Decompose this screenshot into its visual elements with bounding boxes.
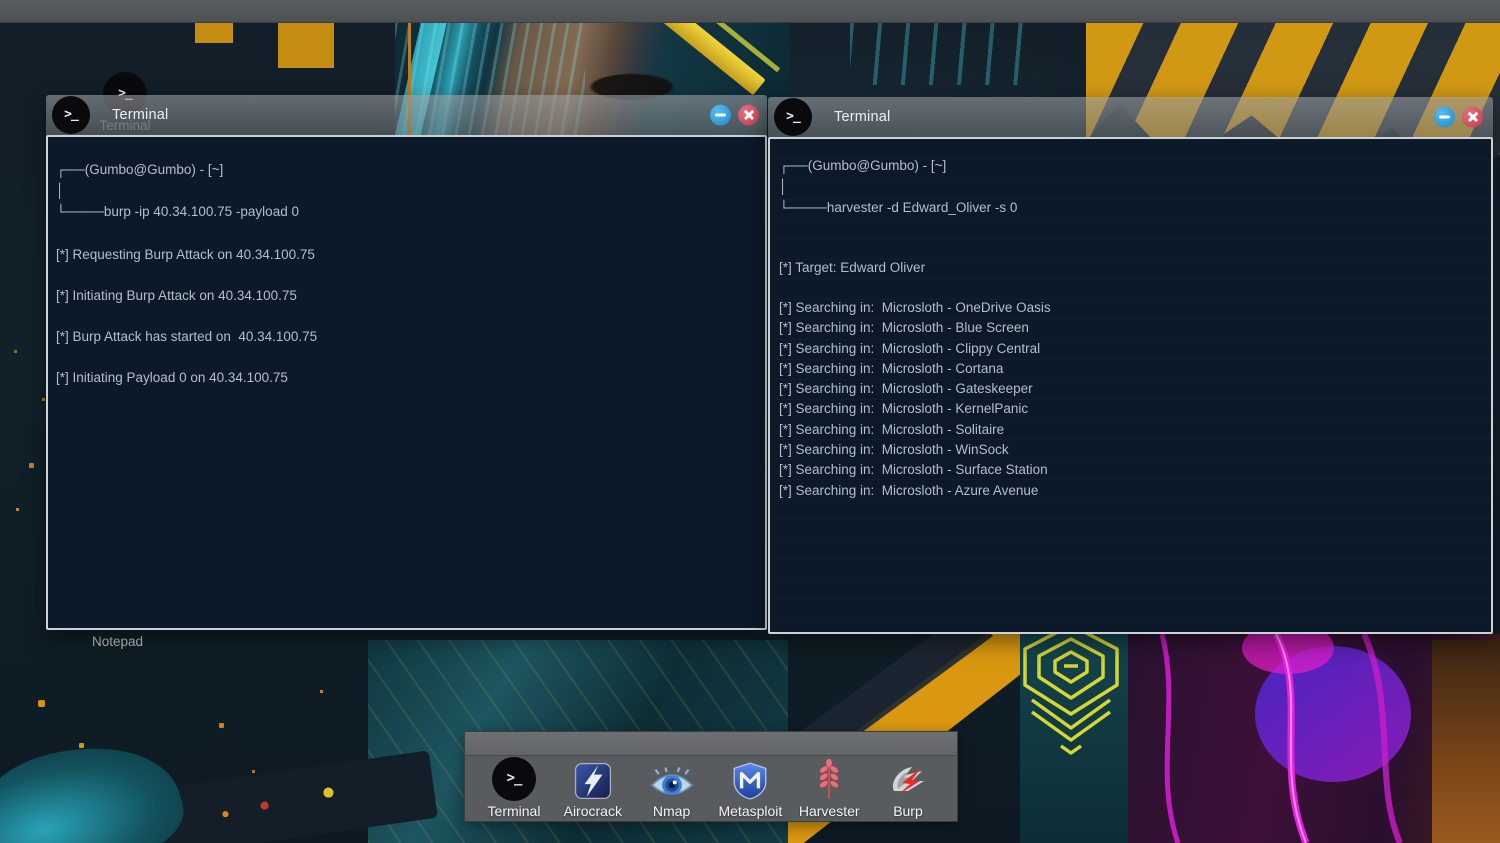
dock-item-label: Metasploit [718, 803, 782, 819]
log-line: [*] Burp Attack has started on 40.34.100… [56, 328, 755, 345]
dock-top-band [465, 732, 957, 756]
minimize-button[interactable] [710, 105, 731, 126]
top-panel [0, 0, 1500, 23]
search-line: [*] Searching in: Microsloth - Azure Ave… [779, 481, 1481, 501]
dock: >_ Terminal Airocrack [464, 731, 958, 822]
search-line: [*] Searching in: Microsloth - Gateskeep… [779, 379, 1481, 399]
terminal-icon: >_ [52, 96, 90, 134]
dock-item-harvester[interactable]: Harvester [790, 758, 868, 819]
search-line: [*] Searching in: Microsloth - WinSock [779, 440, 1481, 460]
titlebar[interactable]: >_ Terminal [46, 95, 767, 135]
terminal-output[interactable]: ┌──(Gumbo@Gumbo) - [~] │ └────harvester … [768, 137, 1493, 634]
prompt-line: └────harvester -d Edward_Oliver -s 0 [779, 197, 1481, 218]
window-title: Terminal [112, 95, 168, 135]
prompt-line: ┌──(Gumbo@Gumbo) - [~] [56, 159, 755, 180]
titlebar[interactable]: >_ Terminal [768, 97, 1493, 137]
dock-item-terminal[interactable]: >_ Terminal [475, 758, 553, 819]
minimize-button[interactable] [1434, 107, 1455, 128]
wallpaper-gold-band [278, 23, 334, 68]
burp-bolt-icon [887, 758, 929, 801]
desktop: >_ Terminal Notepad >_ Terminal ┌──(Gumb… [0, 0, 1500, 843]
wallpaper-gold-rect [195, 23, 233, 43]
search-line: [*] Searching in: Microsloth - Surface S… [779, 460, 1481, 480]
terminal-icon: >_ [492, 757, 536, 801]
prompt-line: ┌──(Gumbo@Gumbo) - [~] [779, 155, 1481, 176]
dock-item-label: Harvester [799, 803, 860, 819]
search-line: [*] Searching in: Microsloth - Solitaire [779, 420, 1481, 440]
wallpaper-teal-glove [0, 724, 192, 843]
dock-item-burp[interactable]: Burp [869, 758, 947, 819]
terminal-output[interactable]: ┌──(Gumbo@Gumbo) - [~] │ └────burp -ip 4… [46, 135, 767, 630]
wallpaper-neon-curves [1128, 634, 1500, 843]
search-line: [*] Searching in: Microsloth - Cortana [779, 359, 1481, 379]
target-line: [*] Target: Edward Oliver [779, 259, 1481, 276]
search-line: [*] Searching in: Microsloth - KernelPan… [779, 399, 1481, 419]
search-line: [*] Searching in: Microsloth - Blue Scre… [779, 318, 1481, 338]
log-line: [*] Initiating Payload 0 on 40.34.100.75 [56, 369, 755, 386]
close-button[interactable] [1462, 107, 1483, 128]
terminal-window-right: >_ Terminal ┌──(Gumbo@Gumbo) - [~] │ └──… [768, 97, 1493, 634]
dock-item-label: Nmap [653, 803, 690, 819]
prompt-line: └────burp -ip 40.34.100.75 -payload 0 [56, 201, 755, 222]
dock-item-label: Terminal [488, 803, 541, 819]
dock-item-airocrack[interactable]: Airocrack [554, 758, 632, 819]
desktop-icon-notepad-label[interactable]: Notepad [92, 634, 143, 649]
dock-item-label: Airocrack [564, 803, 622, 819]
window-title: Terminal [834, 97, 890, 137]
close-button[interactable] [738, 105, 759, 126]
terminal-icon: >_ [774, 98, 812, 136]
wallpaper-hair-streaks [850, 23, 1040, 85]
airocrack-shield-bolt-icon [574, 758, 612, 801]
harvester-wheat-icon [816, 758, 842, 801]
metasploit-shield-m-icon [731, 758, 769, 801]
search-results: [*] Searching in: Microsloth - OneDrive … [779, 298, 1481, 501]
dock-item-nmap[interactable]: Nmap [633, 758, 711, 819]
prompt-line: │ [56, 180, 755, 201]
search-line: [*] Searching in: Microsloth - OneDrive … [779, 298, 1481, 318]
log-line: [*] Requesting Burp Attack on 40.34.100.… [56, 246, 755, 263]
search-line: [*] Searching in: Microsloth - Clippy Ce… [779, 339, 1481, 359]
dock-item-label: Burp [893, 803, 923, 819]
prompt-line: │ [779, 176, 1481, 197]
dock-item-metasploit[interactable]: Metasploit [711, 758, 789, 819]
log-line: [*] Initiating Burp Attack on 40.34.100.… [56, 287, 755, 304]
terminal-window-left: >_ Terminal ┌──(Gumbo@Gumbo) - [~] │ └──… [46, 95, 767, 630]
nmap-eye-icon [650, 758, 694, 801]
wallpaper-shield-emblem-icon [1012, 622, 1130, 758]
